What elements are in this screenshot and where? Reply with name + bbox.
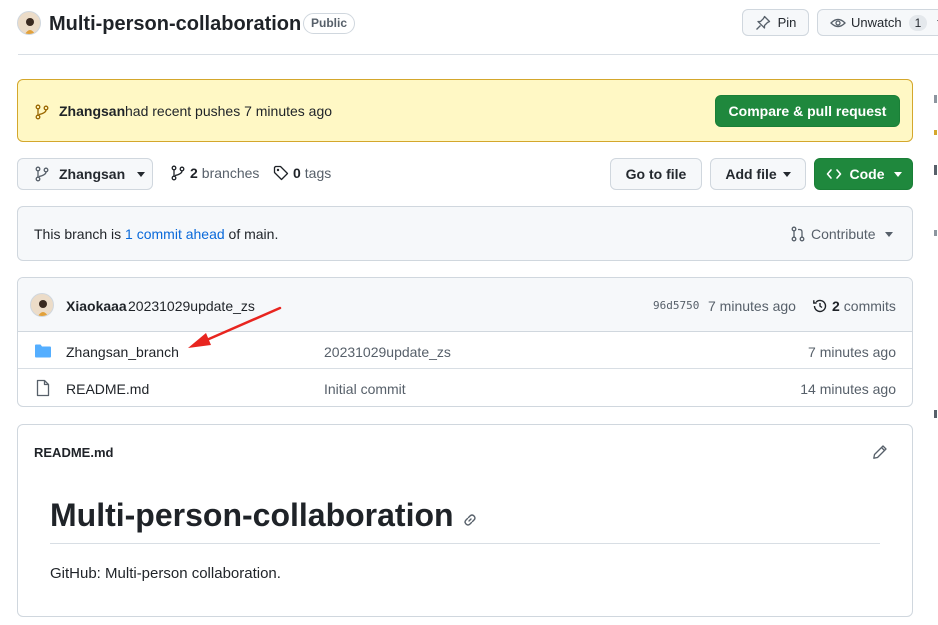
- annotation-arrow: [188, 306, 282, 348]
- history-icon: [812, 298, 828, 314]
- readme-heading-divider: [50, 543, 880, 544]
- go-to-file-button[interactable]: Go to file: [610, 158, 702, 190]
- branch-icon: [170, 165, 186, 181]
- branches-label: branches: [201, 165, 260, 181]
- file-list-box: Xiaokaaa 20231029update_zs 96d5750 7 min…: [17, 277, 913, 407]
- pin-icon: [755, 15, 771, 31]
- file-name[interactable]: README.md: [66, 381, 149, 397]
- chevron-down-icon: [782, 171, 791, 177]
- edit-icon[interactable]: [872, 444, 888, 460]
- branch-icon: [34, 166, 50, 182]
- branch-selector-button[interactable]: Zhangsan: [17, 158, 153, 190]
- pin-label: Pin: [777, 15, 797, 30]
- status-prefix: This branch is: [34, 226, 122, 242]
- branch-status-text: This branch is 1 commit ahead of main.: [34, 226, 278, 242]
- header-divider: [18, 54, 938, 55]
- file-name[interactable]: Zhangsan_branch: [66, 344, 179, 360]
- current-branch-label: Zhangsan: [59, 166, 126, 182]
- repo-title[interactable]: Multi-person-collaboration: [49, 11, 301, 37]
- status-suffix: of main.: [228, 226, 279, 242]
- latest-commit-row: Xiaokaaa 20231029update_zs 96d5750 7 min…: [18, 278, 912, 332]
- file-time: 14 minutes ago: [800, 381, 896, 397]
- sidebar-edge: [934, 90, 938, 450]
- visibility-badge: Public: [303, 13, 356, 34]
- commits-history-link[interactable]: 2 commits: [812, 298, 896, 314]
- add-file-label: Add file: [725, 166, 777, 182]
- pin-button[interactable]: Pin: [742, 9, 809, 36]
- code-label: Code: [849, 166, 885, 182]
- owner-avatar[interactable]: [17, 11, 41, 35]
- chevron-down-icon: [893, 171, 902, 177]
- push-message: had recent pushes 7 minutes ago: [125, 103, 333, 119]
- branch-icon: [34, 104, 50, 120]
- branches-count: 2: [190, 165, 198, 181]
- commit-sha[interactable]: 96d5750: [653, 299, 699, 312]
- tags-label: tags: [304, 165, 332, 181]
- readme-box: README.md Multi-person-collaboration Git…: [17, 424, 913, 617]
- branch-status-box: This branch is 1 commit ahead of main. C…: [17, 206, 913, 261]
- commits-count: 2: [832, 298, 840, 314]
- readme-heading-text: Multi-person-collaboration: [50, 497, 454, 533]
- commits-label: commits: [843, 298, 896, 314]
- folder-icon: [34, 343, 52, 359]
- tags-count: 0: [293, 165, 301, 181]
- add-file-button[interactable]: Add file: [710, 158, 806, 190]
- readme-body: GitHub: Multi-person collaboration.: [50, 565, 281, 582]
- code-button[interactable]: Code: [814, 158, 913, 190]
- pull-request-icon: [790, 226, 806, 242]
- code-icon: [826, 166, 842, 182]
- commit-time: 7 minutes ago: [708, 298, 796, 314]
- watch-count: 1: [908, 14, 928, 31]
- contribute-label: Contribute: [811, 226, 876, 242]
- readme-heading: Multi-person-collaboration: [50, 495, 478, 535]
- file-row[interactable]: README.md Initial commit 14 minutes ago: [18, 369, 912, 406]
- push-user[interactable]: Zhangsan: [59, 103, 125, 119]
- commit-author-avatar[interactable]: [30, 293, 54, 317]
- readme-filename[interactable]: README.md: [34, 445, 113, 460]
- tag-icon: [273, 165, 289, 181]
- unwatch-button[interactable]: Unwatch 1: [817, 9, 938, 36]
- tags-link[interactable]: 0 tags: [273, 165, 331, 181]
- branches-link[interactable]: 2 branches: [170, 165, 259, 181]
- eye-icon: [830, 15, 846, 31]
- compare-pull-request-button[interactable]: Compare & pull request: [715, 95, 900, 127]
- file-row[interactable]: Zhangsan_branch 20231029update_zs 7 minu…: [18, 332, 912, 369]
- chevron-down-icon: [137, 171, 146, 177]
- commits-ahead-link[interactable]: 1 commit ahead: [125, 226, 225, 242]
- link-icon[interactable]: [462, 512, 478, 528]
- commit-author[interactable]: Xiaokaaa: [66, 298, 127, 314]
- unwatch-label: Unwatch: [851, 15, 902, 30]
- file-icon: [35, 379, 51, 397]
- file-commit-message[interactable]: Initial commit: [324, 381, 406, 397]
- contribute-button[interactable]: Contribute: [790, 226, 893, 242]
- file-commit-message[interactable]: 20231029update_zs: [324, 344, 451, 360]
- chevron-down-icon: [884, 231, 893, 237]
- file-time: 7 minutes ago: [808, 344, 896, 360]
